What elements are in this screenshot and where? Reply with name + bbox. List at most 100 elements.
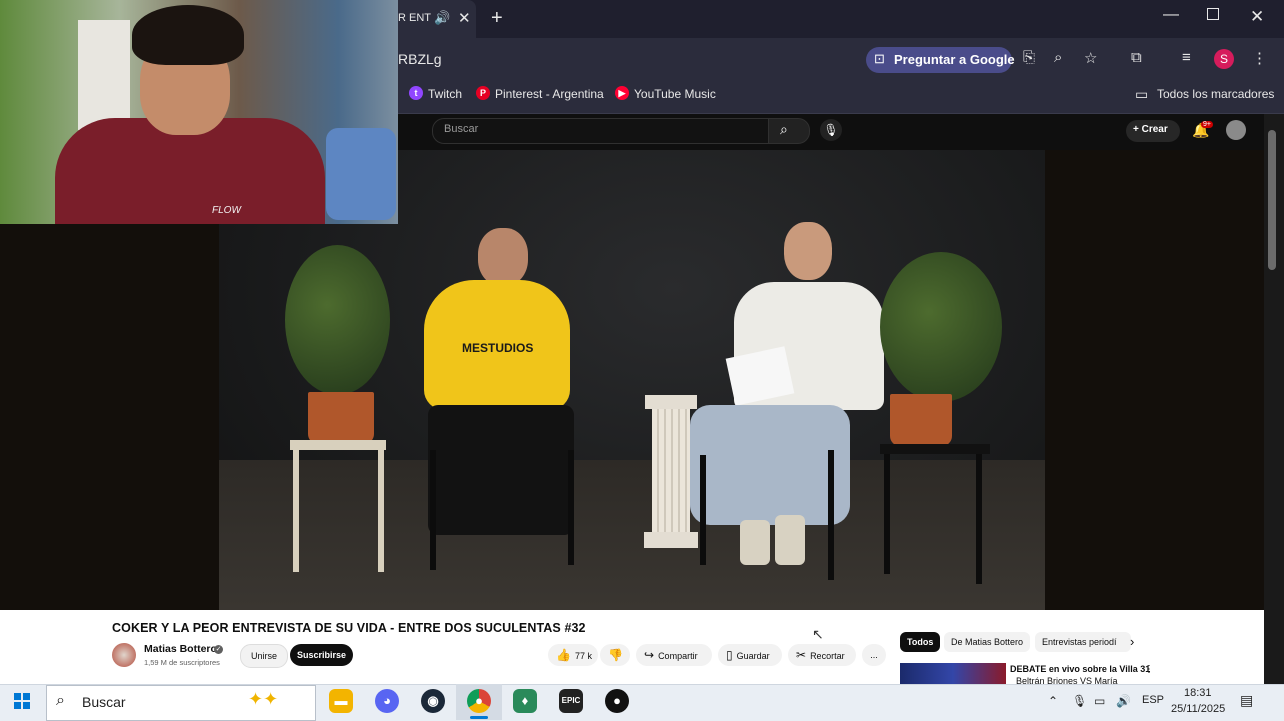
windows-icon[interactable] bbox=[14, 693, 30, 709]
bookmark-twitch[interactable]: Twitch bbox=[428, 87, 462, 101]
channel-avatar[interactable] bbox=[112, 643, 136, 667]
video-floor bbox=[219, 460, 1045, 610]
stool-left bbox=[290, 440, 386, 450]
close-window-button[interactable]: ✕ bbox=[1250, 7, 1264, 27]
language-indicator[interactable]: ESP bbox=[1142, 694, 1164, 706]
chair-leg bbox=[430, 450, 436, 570]
bookmark-pinterest[interactable]: Pinterest - Argentina bbox=[495, 87, 604, 101]
lens-icon: ⊡ bbox=[874, 51, 885, 66]
chip-all[interactable]: Todos bbox=[900, 632, 941, 652]
address-bar[interactable]: RBZLg bbox=[398, 51, 442, 67]
person-right-head bbox=[784, 222, 832, 280]
stool-right bbox=[880, 444, 990, 454]
webcam-chair bbox=[326, 128, 396, 220]
mic-icon[interactable]: 🎙 bbox=[820, 119, 842, 141]
search-button[interactable] bbox=[768, 118, 810, 144]
chair-leg bbox=[700, 455, 706, 565]
mouse-cursor-icon: ↖ bbox=[812, 626, 824, 642]
tab-title: R ENT bbox=[398, 12, 431, 24]
youtube-music-icon: ▶ bbox=[615, 86, 629, 100]
sparkle-icon: ✦✦ bbox=[248, 689, 279, 709]
zoom-icon[interactable]: ⌕ bbox=[1054, 49, 1062, 66]
scissors-icon: ✂ bbox=[796, 648, 807, 662]
save-button[interactable]: ▯ Guardar bbox=[718, 644, 782, 666]
notification-icon[interactable]: ▤ bbox=[1240, 692, 1253, 709]
chrome-icon[interactable]: ● bbox=[467, 689, 491, 713]
shoe bbox=[740, 520, 770, 565]
discord-icon[interactable]: ◕ bbox=[375, 689, 399, 713]
media-icon[interactable]: ≡ bbox=[1182, 49, 1191, 66]
folder-icon[interactable]: ▬ bbox=[329, 689, 353, 713]
subscribe-button[interactable]: Suscribirse bbox=[290, 644, 353, 666]
subscriber-count: 1,59 M de suscriptores bbox=[144, 658, 220, 667]
restore-button[interactable] bbox=[1207, 8, 1219, 20]
network-icon[interactable]: ▭ bbox=[1094, 694, 1105, 708]
verified-icon: ✓ bbox=[214, 645, 223, 654]
ask-google-label: Preguntar a Google bbox=[894, 52, 1015, 67]
star-icon[interactable]: ☆ bbox=[1084, 49, 1097, 67]
active-app-indicator bbox=[470, 716, 488, 719]
hoodie-text: MESTUDIOS bbox=[462, 341, 534, 355]
channel-name[interactable]: Matias Bottero bbox=[144, 643, 217, 655]
plant-left bbox=[285, 245, 390, 395]
recommended-title[interactable]: DEBATE en vivo sobre la Villa 31 bbox=[1010, 664, 1150, 674]
stool-leg bbox=[293, 450, 299, 572]
app-icon[interactable]: ♦ bbox=[513, 689, 537, 713]
shoe bbox=[775, 515, 805, 565]
notification-badge: 9+ bbox=[1201, 121, 1213, 128]
app-record-icon[interactable]: ● bbox=[605, 689, 629, 713]
volume-icon[interactable]: 🔊 bbox=[1116, 694, 1131, 708]
chip-interviews[interactable]: Entrevistas periodí bbox=[1035, 632, 1131, 652]
minimize-button[interactable]: — bbox=[1163, 6, 1179, 24]
mic-icon[interactable]: 🎙 bbox=[1072, 694, 1087, 708]
clip-button[interactable]: ✂ Recortar bbox=[788, 644, 856, 666]
pot-left bbox=[308, 392, 374, 444]
plant-right bbox=[880, 252, 1002, 402]
scrollbar-thumb[interactable] bbox=[1268, 130, 1276, 270]
like-button[interactable]: 👍 77 k bbox=[548, 644, 598, 666]
epic-icon[interactable]: EPIC bbox=[559, 689, 583, 713]
steam-icon[interactable]: ◉ bbox=[421, 689, 445, 713]
new-tab-button[interactable]: + bbox=[491, 7, 503, 30]
profile-avatar[interactable]: S bbox=[1214, 49, 1234, 69]
pot-right bbox=[890, 394, 952, 446]
bookmark-youtube-music[interactable]: YouTube Music bbox=[634, 87, 716, 101]
webcam-shirt-text: FLOW bbox=[212, 205, 241, 216]
dislike-button[interactable]: 👎 bbox=[600, 644, 630, 666]
share-label: Compartir bbox=[658, 651, 698, 661]
menu-icon[interactable]: ⋮ bbox=[1252, 49, 1267, 67]
search-input[interactable] bbox=[432, 118, 770, 144]
like-count: 77 k bbox=[574, 651, 592, 661]
install-icon[interactable]: ⎘ bbox=[1023, 49, 1035, 66]
folder-icon: ▭ bbox=[1135, 86, 1149, 102]
clock-time[interactable]: 18:31 bbox=[1184, 687, 1212, 699]
recommended-thumbnail[interactable] bbox=[900, 663, 1006, 684]
all-bookmarks[interactable]: Todos los marcadores bbox=[1157, 87, 1274, 101]
column-base bbox=[644, 532, 698, 548]
column-top bbox=[645, 395, 697, 409]
chip-channel[interactable]: De Matias Bottero bbox=[944, 632, 1031, 652]
recommended-menu-icon[interactable]: ⋮ bbox=[1144, 664, 1154, 675]
extensions-icon[interactable]: ⧉ bbox=[1131, 49, 1142, 66]
share-icon: ↪ bbox=[644, 648, 655, 662]
search-placeholder: Buscar bbox=[444, 123, 479, 135]
person-right-jeans bbox=[690, 405, 850, 525]
column-body bbox=[652, 409, 690, 534]
person-left-head bbox=[478, 228, 528, 286]
share-button[interactable]: ↪ Compartir bbox=[636, 644, 712, 666]
tab-close-icon[interactable]: ✕ bbox=[458, 9, 471, 27]
create-label: Crear bbox=[1141, 124, 1168, 135]
stool-leg bbox=[378, 450, 384, 572]
chevron-right-icon[interactable]: › bbox=[1130, 634, 1134, 649]
audio-icon[interactable]: 🔊 bbox=[434, 10, 450, 26]
plus-icon: + bbox=[1133, 124, 1142, 135]
avatar[interactable] bbox=[1226, 120, 1246, 140]
more-icon[interactable]: ... bbox=[862, 644, 886, 666]
video-title: COKER Y LA PEOR ENTREVISTA DE SU VIDA - … bbox=[112, 621, 586, 635]
search-icon: ⌕ bbox=[780, 121, 788, 137]
like-icon: 👍 bbox=[556, 648, 571, 662]
webcam-hair bbox=[132, 5, 244, 65]
chevron-up-icon[interactable]: ⌃ bbox=[1048, 694, 1058, 708]
join-button[interactable]: Unirse bbox=[240, 644, 288, 668]
clock-date[interactable]: 25/11/2025 bbox=[1171, 703, 1225, 715]
